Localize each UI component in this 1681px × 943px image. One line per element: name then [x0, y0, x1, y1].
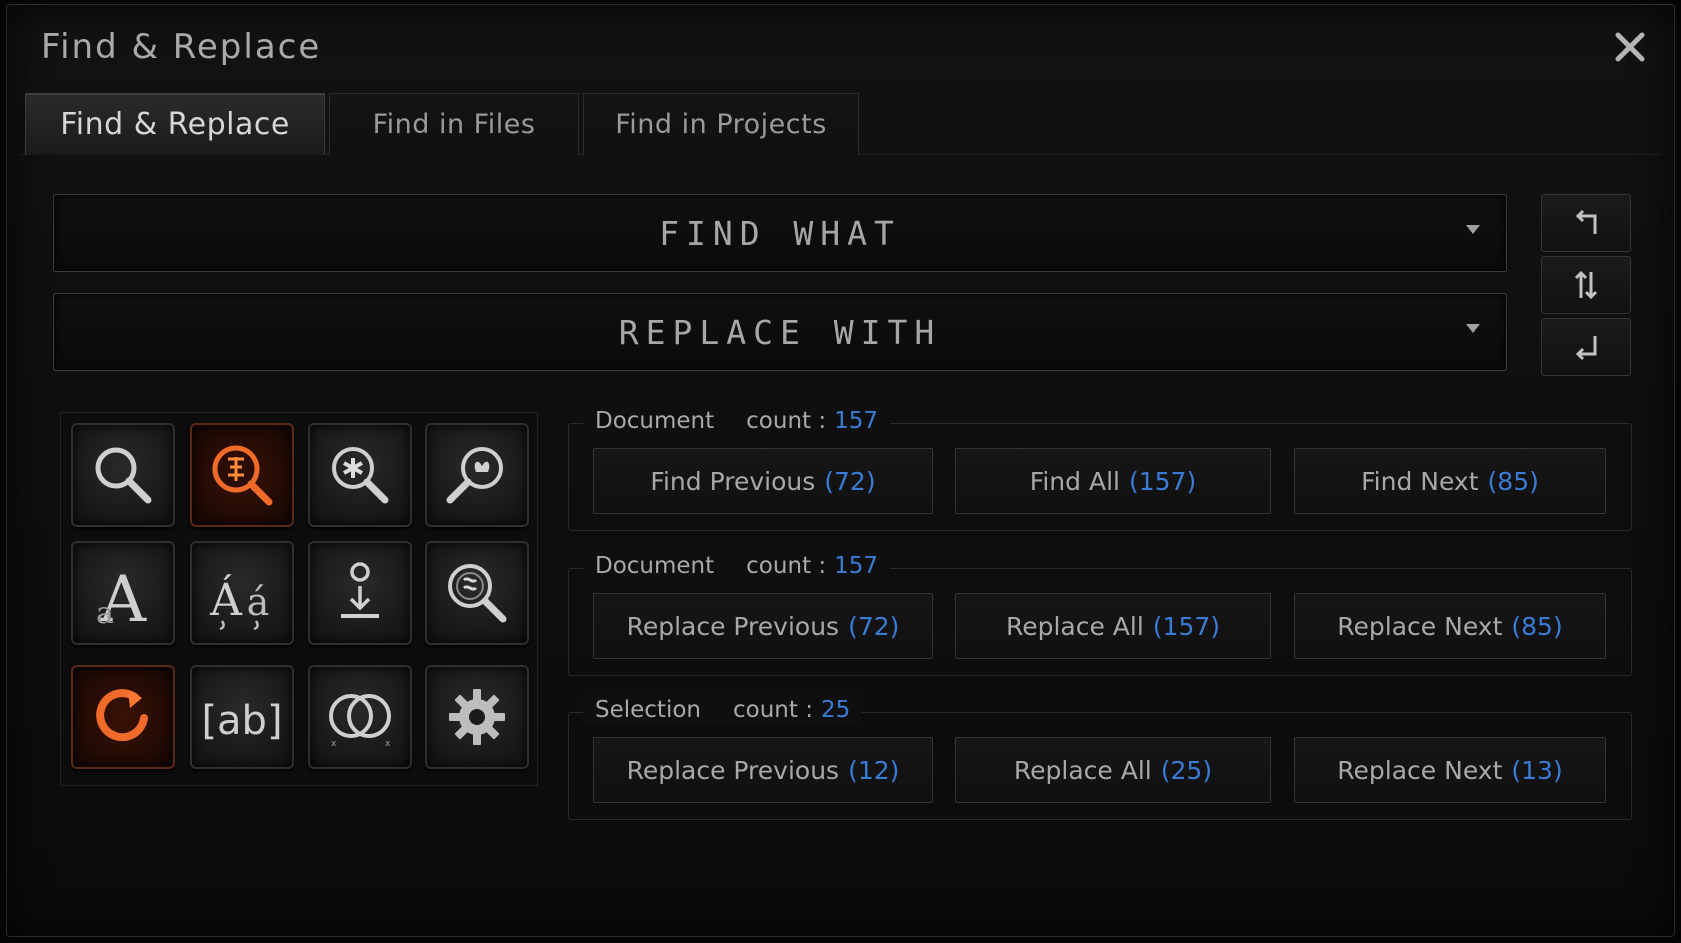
find-previous-button[interactable]: Find Previous (72) [593, 448, 933, 514]
count-value: 25 [820, 697, 851, 723]
button-count: (25) [1160, 755, 1213, 785]
enter-return-icon [1575, 336, 1597, 361]
find-what-field [53, 194, 1507, 272]
find-history-dropdown[interactable] [1466, 225, 1480, 234]
replace-with-field [53, 293, 1507, 371]
button-label: Find Next [1361, 466, 1479, 496]
wrap-around-button[interactable] [71, 665, 175, 769]
settings-icon [449, 689, 505, 745]
wrap-around-icon [96, 689, 148, 742]
button-label: Replace Next [1337, 755, 1503, 785]
swap-vertical-icon [1574, 270, 1598, 300]
svg-text:x: x [331, 739, 337, 749]
tab-bar: Find & Replace Find in Files Find in Pro… [21, 89, 1661, 155]
find-all-button[interactable]: Find All (157) [955, 448, 1271, 514]
svg-text:a: a [96, 596, 114, 631]
scope-label: Selection [595, 697, 701, 723]
button-count: (157) [1128, 466, 1197, 496]
group-header: Document count : 157 [583, 551, 891, 581]
replace-selection-group: Selection count : 25 Replace Previous (1… [568, 695, 1632, 820]
button-label: Find All [1029, 466, 1120, 496]
intersect-icon: x x [329, 694, 391, 749]
button-label: Replace Previous [626, 755, 840, 785]
settings-button[interactable] [425, 665, 529, 769]
group-header: Document count : 157 [583, 406, 891, 436]
wildcard-search-icon [332, 447, 389, 504]
search-options-panel: A a Á á [ab] x x [60, 412, 538, 786]
selection-replace-all-button[interactable]: Replace All (25) [955, 737, 1271, 803]
regex-search-icon [212, 445, 273, 506]
special-search-button[interactable] [425, 541, 529, 645]
tab-find-replace[interactable]: Find & Replace [25, 93, 325, 155]
button-count: (85) [1511, 611, 1563, 641]
search-upward-button[interactable] [1541, 194, 1631, 252]
tab-find-in-files[interactable]: Find in Files [329, 93, 579, 155]
diacritics-icon: Á á [209, 573, 270, 631]
anchor-icon [341, 562, 379, 618]
count-label: count : [733, 697, 813, 723]
whole-word-icon: [ab] [204, 698, 280, 744]
close-button[interactable] [1610, 27, 1650, 67]
button-count: (72) [848, 611, 900, 641]
scope-label: Document [595, 408, 715, 434]
count-value: 157 [834, 408, 879, 434]
extended-search-button[interactable] [425, 423, 529, 527]
svg-text:Á: Á [209, 573, 243, 626]
button-label: Replace All [1013, 755, 1152, 785]
group-header: Selection count : 25 [583, 695, 863, 725]
match-case-button[interactable]: A a [71, 541, 175, 645]
count-label: count : [746, 553, 827, 579]
replace-with-input[interactable] [54, 294, 1506, 370]
button-count: (12) [848, 755, 900, 785]
arrow-up-left-icon [1575, 209, 1597, 234]
find-document-group: Document count : 157 Find Previous (72) … [568, 406, 1632, 531]
search-icon [95, 447, 152, 504]
replace-history-dropdown[interactable] [1466, 324, 1480, 333]
count-label: count : [746, 408, 827, 434]
svg-text:á: á [247, 580, 270, 624]
selection-replace-next-button[interactable]: Replace Next (13) [1294, 737, 1606, 803]
normal-search-button[interactable] [71, 423, 175, 527]
count-value: 157 [834, 553, 879, 579]
selection-replace-previous-button[interactable]: Replace Previous (12) [593, 737, 933, 803]
match-diacritics-button[interactable]: Á á [190, 541, 294, 645]
tab-find-in-projects[interactable]: Find in Projects [583, 93, 859, 155]
find-next-button[interactable]: Find Next (85) [1294, 448, 1606, 514]
extended-search-icon [446, 447, 503, 504]
replace-previous-button[interactable]: Replace Previous (72) [593, 593, 933, 659]
whole-word-button[interactable]: [ab] [190, 665, 294, 769]
regex-search-button[interactable] [190, 423, 294, 527]
intersect-button[interactable]: x x [308, 665, 412, 769]
find-replace-window: Find & Replace Find & Replace Find in Fi… [6, 4, 1675, 937]
svg-text:[ab]: [ab] [204, 698, 280, 744]
replace-next-button[interactable]: Replace Next (85) [1294, 593, 1606, 659]
window-title: Find & Replace [41, 27, 322, 67]
find-what-input[interactable] [54, 195, 1506, 271]
button-count: (85) [1487, 466, 1539, 496]
button-count: (157) [1152, 611, 1221, 641]
button-count: (72) [824, 466, 876, 496]
swap-fields-button[interactable] [1541, 256, 1631, 314]
close-icon [1615, 32, 1645, 62]
button-label: Replace All [1005, 611, 1144, 641]
search-downward-button[interactable] [1541, 318, 1631, 376]
anchor-search-button[interactable] [308, 541, 412, 645]
replace-all-button[interactable]: Replace All (157) [955, 593, 1271, 659]
svg-text:x: x [385, 739, 391, 749]
special-search-icon [448, 564, 507, 623]
button-label: Replace Previous [626, 611, 840, 641]
scope-label: Document [595, 553, 715, 579]
wildcard-search-button[interactable] [308, 423, 412, 527]
match-case-icon: A a [96, 563, 147, 631]
button-label: Replace Next [1337, 611, 1503, 641]
replace-document-group: Document count : 157 Replace Previous (7… [568, 551, 1632, 676]
button-count: (13) [1511, 755, 1563, 785]
button-label: Find Previous [650, 466, 816, 496]
